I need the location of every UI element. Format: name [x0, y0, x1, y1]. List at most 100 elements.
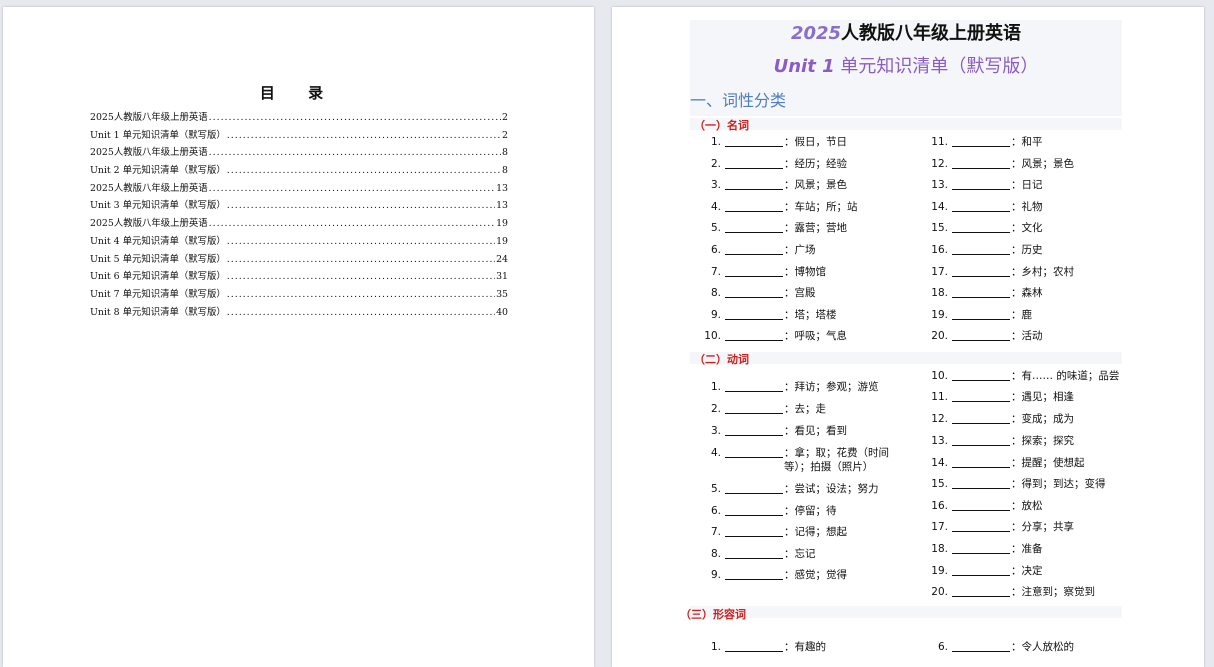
answer-blank[interactable]	[725, 178, 783, 190]
toc-entry[interactable]: 2025人教版八年级上册英语 19	[90, 215, 508, 233]
toc-leader-dots	[209, 183, 495, 194]
answer-blank[interactable]	[952, 477, 1010, 489]
item-number: 6.	[710, 244, 721, 256]
toc-entry-title: 2025人教版八年级上册英语	[90, 147, 208, 159]
vocab-item: 19. ：鹿	[927, 308, 1032, 322]
answer-blank[interactable]	[952, 564, 1010, 576]
toc-entry[interactable]: Unit 1 单元知识清单（默写版） 2	[90, 127, 508, 145]
answer-blank[interactable]	[952, 157, 1010, 169]
answer-blank[interactable]	[725, 157, 783, 169]
toc-entry[interactable]: 2025人教版八年级上册英语 2	[90, 109, 508, 127]
item-meaning: ：令人放松的	[1011, 641, 1074, 653]
answer-blank[interactable]	[725, 200, 783, 212]
toc-leader-dots	[227, 130, 501, 141]
vocab-item: 20. ：活动	[927, 329, 1042, 343]
item-meaning: ：博物馆	[784, 266, 826, 278]
vocab-item: 15. ：文化	[927, 221, 1042, 235]
item-meaning: ：注意到；察觉到	[1011, 586, 1095, 598]
adjectives-heading: （三）形容词	[680, 608, 746, 621]
answer-blank[interactable]	[952, 265, 1010, 277]
unit-title: Unit 1 单元知识清单（默写版）	[690, 52, 1122, 78]
item-number: 6.	[937, 641, 948, 653]
toc-entry-title: Unit 5 单元知识清单（默写版）	[90, 253, 226, 265]
item-number: 15.	[931, 222, 948, 234]
answer-blank[interactable]	[725, 568, 783, 580]
answer-blank[interactable]	[952, 520, 1010, 532]
toc-entry-page: 2	[502, 129, 508, 141]
answer-blank[interactable]	[725, 308, 783, 320]
answer-blank[interactable]	[725, 286, 783, 298]
item-meaning: ：森林	[1011, 287, 1043, 299]
toc-entry[interactable]: Unit 6 单元知识清单（默写版） 31	[90, 268, 508, 286]
answer-blank[interactable]	[725, 265, 783, 277]
answer-blank[interactable]	[952, 542, 1010, 554]
item-meaning: ：风景；景色	[1011, 158, 1074, 170]
vocab-item: 6. ：广场	[700, 243, 816, 257]
answer-blank[interactable]	[725, 640, 783, 652]
toc-leader-dots	[209, 147, 501, 158]
vocab-item: 14. ：提醒；使想起	[927, 456, 1084, 470]
vocab-item: 1. ：有趣的	[700, 640, 826, 654]
toc-page: 目 录 2025人教版八年级上册英语2Unit 1 单元知识清单（默写版）220…	[3, 7, 594, 667]
toc-entry[interactable]: 2025人教版八年级上册英语 8	[90, 144, 508, 162]
answer-blank[interactable]	[725, 135, 783, 147]
toc-entry-page: 8	[502, 165, 508, 177]
item-meaning: ：礼物	[1011, 201, 1043, 213]
answer-blank[interactable]	[952, 640, 1010, 652]
item-number: 15.	[931, 478, 948, 490]
answer-blank[interactable]	[725, 243, 783, 255]
answer-blank[interactable]	[952, 412, 1010, 424]
item-meaning: ：拿；取；花费（时间等）；拍摄（照片）	[784, 447, 889, 473]
item-number: 20.	[931, 330, 948, 342]
answer-blank[interactable]	[952, 200, 1010, 212]
answer-blank[interactable]	[952, 286, 1010, 298]
item-number: 6.	[710, 505, 721, 517]
answer-blank[interactable]	[725, 482, 783, 494]
answer-blank[interactable]	[952, 135, 1010, 147]
toc-entry[interactable]: Unit 7 单元知识清单（默写版） 35	[90, 286, 508, 304]
toc-title: 目 录	[259, 84, 338, 102]
answer-blank[interactable]	[725, 221, 783, 233]
toc-entry[interactable]: Unit 3 单元知识清单（默写版） 13	[90, 197, 508, 215]
answer-blank[interactable]	[952, 329, 1010, 341]
toc-entry-title: 2025人教版八年级上册英语	[90, 218, 208, 230]
answer-blank[interactable]	[952, 369, 1010, 381]
answer-blank[interactable]	[952, 456, 1010, 468]
answer-blank[interactable]	[952, 221, 1010, 233]
vocab-item: 10. ：有…… 的味道；品尝	[927, 369, 1119, 383]
toc-entry[interactable]: Unit 8 单元知识清单（默写版） 40	[90, 304, 508, 322]
toc-entry[interactable]: Unit 5 单元知识清单（默写版） 24	[90, 251, 508, 269]
answer-blank[interactable]	[952, 243, 1010, 255]
answer-blank[interactable]	[725, 329, 783, 341]
item-meaning: ：有趣的	[784, 641, 826, 653]
vocab-item: 19. ：决定	[927, 564, 1042, 578]
toc-list: 2025人教版八年级上册英语2Unit 1 单元知识清单（默写版）22025人教…	[90, 109, 508, 321]
vocab-item: 12. ：变成；成为	[927, 412, 1074, 426]
toc-leader-dots	[209, 218, 495, 229]
item-number: 1.	[710, 381, 721, 393]
answer-blank[interactable]	[952, 499, 1010, 511]
answer-blank[interactable]	[725, 525, 783, 537]
toc-entry[interactable]: Unit 2 单元知识清单（默写版） 8	[90, 162, 508, 180]
toc-entry-title: Unit 6 单元知识清单（默写版）	[90, 271, 226, 283]
answer-blank[interactable]	[725, 424, 783, 436]
answer-blank[interactable]	[952, 585, 1010, 597]
item-number: 3.	[710, 425, 721, 437]
vocab-item: 8. ：忘记	[700, 547, 816, 561]
vocab-item: 5. ：露营；营地	[700, 221, 847, 235]
answer-blank[interactable]	[725, 446, 783, 458]
item-number: 14.	[931, 201, 948, 213]
answer-blank[interactable]	[952, 308, 1010, 320]
answer-blank[interactable]	[952, 178, 1010, 190]
answer-blank[interactable]	[725, 547, 783, 559]
item-meaning: ：塔；塔楼	[784, 309, 837, 321]
toc-entry[interactable]: 2025人教版八年级上册英语 13	[90, 180, 508, 198]
item-meaning: ：记得；想起	[784, 526, 847, 538]
answer-blank[interactable]	[725, 380, 783, 392]
answer-blank[interactable]	[952, 434, 1010, 446]
answer-blank[interactable]	[725, 402, 783, 414]
answer-blank[interactable]	[725, 504, 783, 516]
item-number: 18.	[931, 287, 948, 299]
toc-entry[interactable]: Unit 4 单元知识清单（默写版） 19	[90, 233, 508, 251]
answer-blank[interactable]	[952, 390, 1010, 402]
